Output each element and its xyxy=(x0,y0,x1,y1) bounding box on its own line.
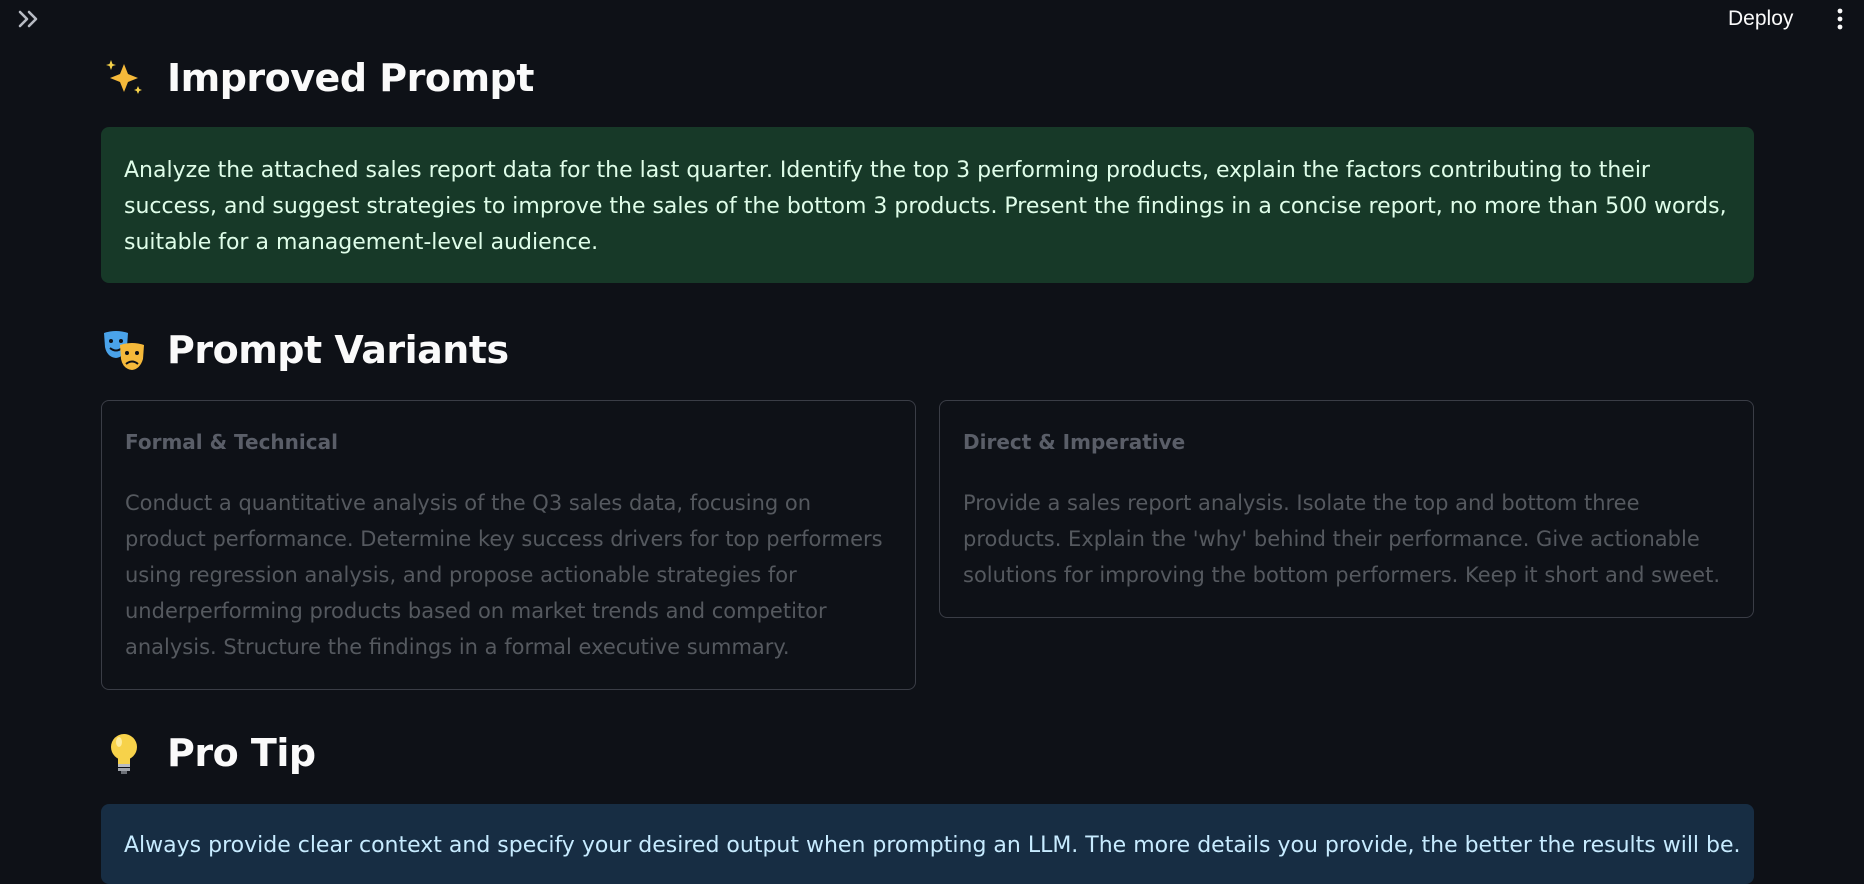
heading-text: Pro Tip xyxy=(167,731,316,775)
performing-arts-icon xyxy=(101,328,147,372)
top-bar: Deploy xyxy=(0,0,1864,40)
double-chevron-right-icon xyxy=(18,10,38,28)
variant-card-formal: Formal & Technical Conduct a quantitativ… xyxy=(101,400,916,690)
variant-title: Formal & Technical xyxy=(125,430,338,454)
heading-text: Prompt Variants xyxy=(167,328,509,372)
improved-prompt-box: Analyze the attached sales report data f… xyxy=(101,127,1754,283)
vertical-ellipsis-icon xyxy=(1837,8,1843,30)
variant-text: Conduct a quantitative analysis of the Q… xyxy=(125,491,883,659)
sparkles-icon xyxy=(101,56,147,100)
pro-tip-box: Always provide clear context and specify… xyxy=(101,804,1754,884)
main-menu-button[interactable] xyxy=(1828,4,1852,34)
pro-tip-text: Always provide clear context and specify… xyxy=(124,833,1741,858)
variant-title: Direct & Imperative xyxy=(963,430,1186,454)
pro-tip-heading: Pro Tip xyxy=(101,731,316,775)
improved-prompt-text: Analyze the attached sales report data f… xyxy=(124,158,1727,255)
variant-text: Provide a sales report analysis. Isolate… xyxy=(963,491,1721,587)
prompt-variants-heading: Prompt Variants xyxy=(101,328,509,372)
heading-text: Improved Prompt xyxy=(167,56,534,100)
variant-card-direct: Direct & Imperative Provide a sales repo… xyxy=(939,400,1754,618)
sidebar-toggle-button[interactable] xyxy=(14,6,44,32)
deploy-button[interactable]: Deploy xyxy=(1720,4,1801,34)
light-bulb-icon xyxy=(101,731,147,775)
improved-prompt-heading: Improved Prompt xyxy=(101,56,534,100)
